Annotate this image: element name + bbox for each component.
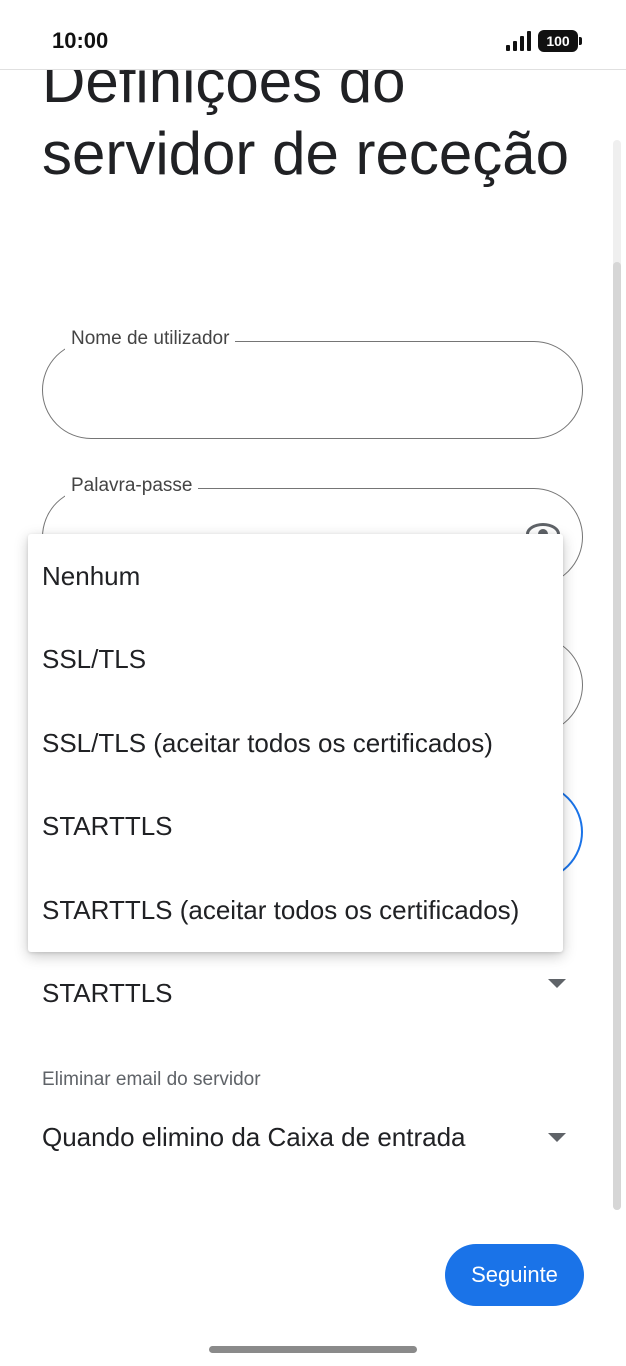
battery-icon: 100 bbox=[538, 30, 582, 52]
home-indicator[interactable] bbox=[209, 1346, 417, 1353]
scrollbar-thumb[interactable] bbox=[613, 262, 621, 1210]
status-bar: 10:00 100 bbox=[0, 0, 626, 70]
menu-item-ssl-tls[interactable]: SSL/TLS bbox=[28, 617, 563, 701]
next-button[interactable]: Seguinte bbox=[445, 1244, 584, 1306]
chevron-down-icon bbox=[548, 979, 566, 988]
password-label: Palavra-passe bbox=[65, 475, 199, 497]
username-label: Nome de utilizador bbox=[65, 328, 236, 350]
security-options-menu: Nenhum SSL/TLS SSL/TLS (aceitar todos os… bbox=[28, 534, 563, 952]
menu-item-ssl-tls-accept-all[interactable]: SSL/TLS (aceitar todos os certificados) bbox=[28, 701, 563, 785]
menu-item-starttls[interactable]: STARTTLS bbox=[28, 784, 563, 868]
delete-from-server-label: Eliminar email do servidor bbox=[42, 1069, 261, 1090]
chevron-down-icon bbox=[548, 1133, 566, 1142]
status-time: 10:00 bbox=[52, 28, 109, 53]
delete-from-server-value: Quando elimino da Caixa de entrada bbox=[42, 1122, 466, 1152]
security-selected-value: STARTTLS bbox=[42, 978, 173, 1008]
screen: 10:00 100 Definições do servidor de rece… bbox=[0, 0, 626, 1366]
username-field[interactable]: Nome de utilizador bbox=[42, 328, 583, 439]
menu-item-starttls-accept-all[interactable]: STARTTLS (aceitar todos os certificados) bbox=[28, 868, 563, 952]
menu-item-none[interactable]: Nenhum bbox=[28, 534, 563, 618]
signal-icon bbox=[506, 31, 532, 51]
